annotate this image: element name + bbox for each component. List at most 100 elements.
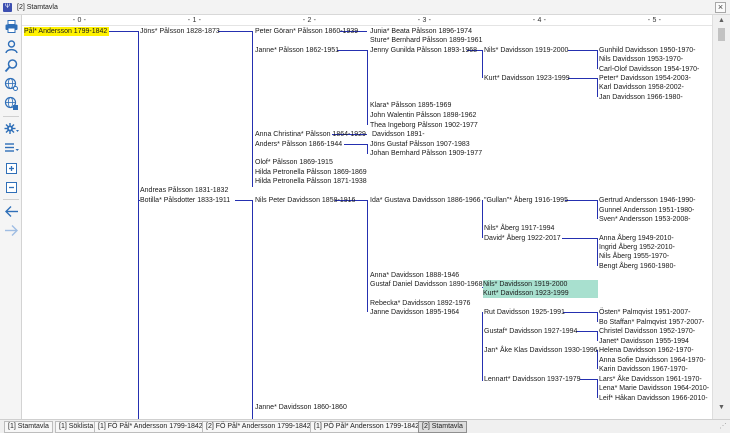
- person-entry[interactable]: Nils* Åberg 1917-1994: [484, 224, 554, 233]
- person-entry[interactable]: Nils* Davidsson 1919-2000: [484, 46, 568, 55]
- vertical-scrollbar[interactable]: ▲ ▼: [712, 15, 730, 419]
- generation-header: - 4 -: [532, 17, 547, 24]
- person-entry[interactable]: Östen* Palmqvist 1951-2007-: [599, 308, 690, 317]
- tab-po-1[interactable]: [1] PÖ Pål* Andersson 1799-1842: [310, 421, 424, 433]
- connector-line: [482, 312, 483, 381]
- person-entry[interactable]: Sture* Bernhard Pålsson 1899-1961: [370, 36, 482, 45]
- person-entry[interactable]: Botilla* Pålsdotter 1833-1911: [140, 196, 230, 205]
- generation-header: - 2 -: [302, 17, 317, 24]
- person-entry[interactable]: Janne Davidsson 1895-1964: [370, 308, 459, 317]
- person-entry[interactable]: Bo Staffan* Palmqvist 1957-2007-: [599, 318, 704, 327]
- resize-grip-icon[interactable]: ⋰: [718, 422, 728, 432]
- person-entry[interactable]: David* Åberg 1922-2017: [484, 234, 561, 243]
- tab-soklista[interactable]: [1] Söklista: [55, 421, 98, 433]
- generation-header: - 0 -: [72, 17, 87, 24]
- tab-fo-1[interactable]: [1] FÖ Pål* Andersson 1799-1842: [94, 421, 207, 433]
- connector-line: [138, 31, 139, 419]
- connector-line: [597, 238, 598, 266]
- person-entry[interactable]: Kurt* Davidsson 1923-1999: [484, 74, 570, 83]
- person-entry[interactable]: Rebecka* Davidsson 1892-1976: [370, 299, 470, 308]
- tab-stamtavla-1[interactable]: [1] Stamtavla: [4, 421, 53, 433]
- person-entry[interactable]: Jenny Gunilda Pålsson 1893-1968: [370, 46, 477, 55]
- collapse-icon[interactable]: [4, 180, 19, 195]
- person-entry[interactable]: Helena Davidsson 1962-1970-: [599, 346, 694, 355]
- person-entry[interactable]: "Gullan"* Åberg 1916-1995: [484, 196, 568, 205]
- person-entry[interactable]: Thea Ingeborg Pålsson 1902-1977: [370, 121, 478, 130]
- connector-line: [218, 31, 252, 32]
- person-entry[interactable]: Gustaf Daniel Davidsson 1890-1968: [370, 280, 482, 289]
- close-icon[interactable]: ×: [715, 2, 726, 13]
- connector-line: [337, 50, 367, 51]
- person-entry[interactable]: Janne* Davidsson 1860-1860: [255, 403, 347, 412]
- person-entry[interactable]: Lars* Åke Davidsson 1961-1970-: [599, 375, 702, 384]
- person-entry[interactable]: Jan* Åke Klas Davidsson 1930-1996: [484, 346, 598, 355]
- settings-dropdown-icon[interactable]: [4, 121, 19, 136]
- person-entry[interactable]: Karin Davidsson 1967-1970-: [599, 365, 688, 374]
- person-entry[interactable]: Davidsson 1891-: [372, 130, 425, 139]
- connector-line: [568, 50, 597, 51]
- person-entry[interactable]: Peter* Davidsson 1954-2003-: [599, 74, 691, 83]
- connector-line: [580, 379, 597, 380]
- person-entry[interactable]: Jan Davidsson 1966-1980-: [599, 93, 683, 102]
- globe-search-icon[interactable]: [4, 77, 19, 92]
- person-entry[interactable]: Anna Sofie Davidsson 1964-1970-: [599, 356, 706, 365]
- person-entry[interactable]: Anna* Davidsson 1888-1946: [370, 271, 459, 280]
- person-entry[interactable]: Rut Davidsson 1925-1991: [484, 308, 565, 317]
- person-entry[interactable]: Janet* Davidsson 1955-1994: [599, 337, 689, 346]
- person-entry[interactable]: Nils Peter Davidsson 1858-1916: [255, 196, 355, 205]
- person-entry[interactable]: Olof* Pålsson 1869-1915: [255, 158, 333, 167]
- person-entry[interactable]: Anna Christina* Pålsson 1864-1929: [255, 130, 366, 139]
- toolbar-divider: [3, 199, 19, 200]
- person-entry[interactable]: Ingrid Åberg 1952-2010-: [599, 243, 675, 252]
- connector-line: [597, 312, 598, 322]
- person-entry[interactable]: Leif* Håkan Davidsson 1966-2010-: [599, 394, 708, 403]
- expand-icon[interactable]: [4, 161, 19, 176]
- person-entry[interactable]: Jöns* Pålsson 1828-1873: [140, 27, 220, 36]
- scroll-up-arrow-icon[interactable]: ▲: [717, 17, 726, 25]
- person-entry[interactable]: Andreas Pålsson 1831-1832: [140, 186, 228, 195]
- pedigree-tree-canvas[interactable]: - 0 - - 1 - - 2 - - 3 - - 4 - - 5 - Pål*…: [22, 15, 712, 419]
- person-entry[interactable]: Junia* Beata Pålsson 1896-1974: [370, 27, 472, 36]
- person-entry[interactable]: Ida* Gustava Davidsson 1886-1966: [370, 196, 481, 205]
- tab-fo-2[interactable]: [2] FÖ Pål* Andersson 1799-1842: [202, 421, 315, 433]
- person-icon[interactable]: [4, 39, 19, 54]
- connector-line: [597, 78, 598, 97]
- person-entry[interactable]: Karl Davidsson 1958-2002-: [599, 83, 684, 92]
- person-entry[interactable]: Christel Davidsson 1952-1970-: [599, 327, 695, 336]
- person-entry[interactable]: Klara* Pålsson 1895-1969: [370, 101, 451, 110]
- person-entry[interactable]: Lennart* Davidsson 1937-1979: [484, 375, 581, 384]
- person-entry[interactable]: John Walentin Pålsson 1898-1962: [370, 111, 476, 120]
- printer-icon[interactable]: [4, 19, 19, 34]
- search-icon[interactable]: [4, 58, 19, 73]
- person-entry[interactable]: Lena* Marie Davidsson 1964-2010-: [599, 384, 709, 393]
- back-arrow-icon[interactable]: [4, 204, 19, 219]
- person-entry[interactable]: Jöns Gustaf Pålsson 1907-1983: [370, 140, 470, 149]
- tab-stamtavla-2[interactable]: [2] Stamtavla: [418, 421, 467, 433]
- person-entry-highlighted[interactable]: Kurt* Davidsson 1923-1999: [483, 289, 598, 298]
- person-entry[interactable]: Gunnel Andersson 1951-1980-: [599, 206, 694, 215]
- person-entry[interactable]: Anna Åberg 1949-2010-: [599, 234, 674, 243]
- title-bar: Ψ [2] Stamtavla ×: [0, 0, 730, 15]
- person-entry[interactable]: Sven* Andersson 1953-2008-: [599, 215, 690, 224]
- person-entry[interactable]: Gustaf* Davidsson 1927-1994: [484, 327, 577, 336]
- person-entry-highlighted[interactable]: Nils* Davidsson 1919-2000: [483, 280, 598, 289]
- generation-header: - 1 -: [187, 17, 202, 24]
- person-entry[interactable]: Hilda Petronella Pålsson 1869-1869: [255, 168, 367, 177]
- forward-arrow-icon[interactable]: [4, 223, 19, 238]
- person-entry[interactable]: Gertrud Andersson 1946-1990-: [599, 196, 696, 205]
- globe-grid-icon[interactable]: [4, 96, 19, 111]
- person-entry[interactable]: Johan Bernhard Pålsson 1909-1977: [370, 149, 482, 158]
- person-entry[interactable]: Janne* Pålsson 1862-1951: [255, 46, 339, 55]
- list-dropdown-icon[interactable]: [4, 140, 19, 155]
- person-entry[interactable]: Hilda Petronella Pålsson 1871-1938: [255, 177, 367, 186]
- person-entry[interactable]: Anders* Pålsson 1866-1944: [255, 140, 342, 149]
- scroll-down-arrow-icon[interactable]: ▼: [717, 404, 726, 412]
- person-entry[interactable]: Peter Göran* Pålsson 1860-1939: [255, 27, 358, 36]
- person-entry[interactable]: Nils Davidsson 1953-1970-: [599, 55, 683, 64]
- person-entry[interactable]: Carl-Olof Davidsson 1954-1970-: [599, 65, 699, 74]
- person-entry[interactable]: Gunhild Davidsson 1950-1970-: [599, 46, 696, 55]
- person-entry-selected[interactable]: Pål* Andersson 1799-1842: [24, 27, 110, 36]
- person-entry[interactable]: Nils Åberg 1955-1970-: [599, 252, 669, 261]
- person-entry[interactable]: Bengt Åberg 1960-1980-: [599, 262, 676, 271]
- scrollbar-thumb[interactable]: [718, 28, 725, 41]
